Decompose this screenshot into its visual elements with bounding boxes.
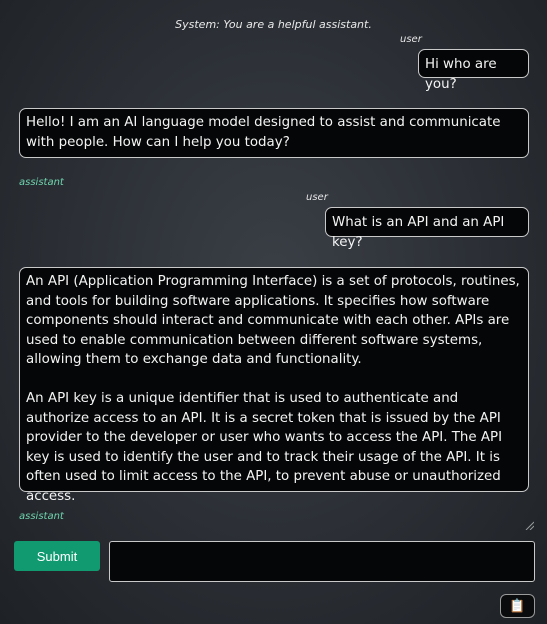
assistant-message-bubble: Hello! I am an AI language model designe… [19,108,529,158]
message-role-label: assistant [19,511,64,522]
system-prompt: System: You are a helpful assistant. [175,18,372,31]
copy-to-clipboard-button[interactable]: 📋 [500,594,535,618]
user-message-bubble: Hi who are you? [418,49,529,92]
message-input[interactable] [109,541,535,582]
message-role-label: user [306,192,328,203]
user-message-bubble: What is an API and an API key? [325,207,529,250]
resize-grip-icon[interactable] [524,520,534,530]
message-role-label: assistant [19,177,64,188]
submit-button[interactable]: Submit [14,541,100,571]
assistant-message-bubble: An API (Application Programming Interfac… [19,267,529,504]
message-role-label: user [400,34,422,45]
clipboard-icon: 📋 [509,598,526,614]
